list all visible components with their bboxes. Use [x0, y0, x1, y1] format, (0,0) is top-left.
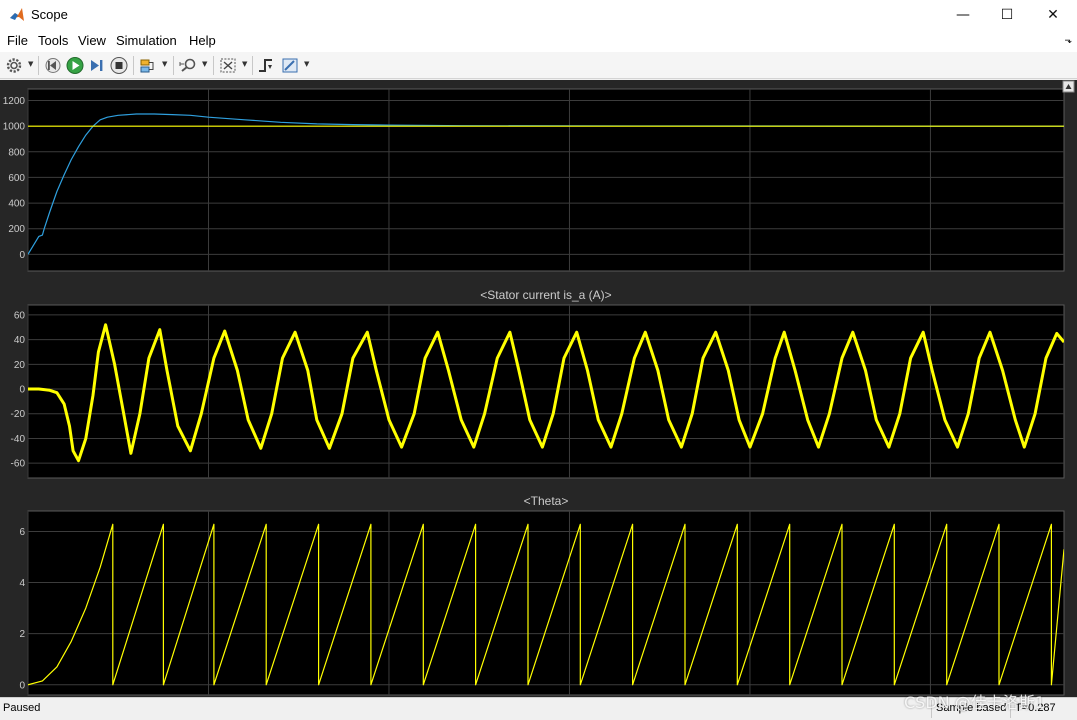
window-title: Scope [31, 7, 68, 22]
scope-axes-canvas[interactable]: 020040060080010001200 -60-40-200204060<S… [0, 80, 1077, 697]
zoom-icon[interactable] [178, 56, 198, 75]
step-forward-icon[interactable] [87, 56, 107, 75]
scope-display: 0 200 400 600 800 1000 1200 -60 -40 -20 0 20 40 60 <S… [0, 80, 1077, 697]
y-tick-label: 40 [14, 335, 26, 346]
menu-view[interactable]: View [78, 33, 106, 48]
y-tick-label: 60 [14, 310, 26, 321]
restore-layout-button[interactable] [1062, 80, 1075, 93]
menu-help[interactable]: Help [189, 33, 216, 48]
y-tick-label: -60 [11, 459, 26, 470]
triggers-icon[interactable] [256, 56, 276, 75]
toolbar-separator [173, 56, 174, 75]
maximize-button[interactable]: ☐ [984, 0, 1030, 30]
stop-icon[interactable] [109, 56, 129, 75]
y-tick-label: 4 [19, 578, 25, 589]
window-titlebar: Scope — ☐ ✕ [0, 0, 1077, 30]
autoscale-icon[interactable] [218, 56, 238, 75]
measurements-dropdown-icon[interactable]: ▼ [304, 60, 309, 68]
close-button[interactable]: ✕ [1030, 0, 1076, 30]
step-back-icon[interactable] [43, 56, 63, 75]
axes-title: <Theta> [524, 494, 569, 508]
y-tick-label: 2 [19, 629, 25, 640]
plot-background [27, 510, 1065, 696]
plot-background [27, 88, 1065, 272]
highlight-dropdown-icon[interactable]: ▼ [162, 60, 167, 68]
y-tick-label: 0 [19, 680, 25, 691]
plot-background [27, 304, 1065, 479]
settings-icon[interactable] [4, 56, 24, 75]
y-tick-label: 400 [8, 199, 25, 210]
csdn-watermark: CSDN @佳卡洛斯1 [904, 693, 1045, 712]
toolbar-separator [133, 56, 134, 75]
y-tick-label: 0 [19, 250, 25, 261]
run-icon[interactable] [65, 56, 85, 75]
y-tick-label: 0 [19, 385, 25, 396]
speed-axes[interactable]: 0 200 400 600 800 1000 1200 [3, 88, 1065, 272]
simulation-state: Paused [3, 702, 41, 714]
y-tick-label: -40 [11, 434, 26, 445]
axes-title: <Stator current is_a (A)> [480, 288, 611, 302]
toolbar-separator [252, 56, 253, 75]
settings-dropdown-icon[interactable]: ▼ [28, 60, 33, 68]
y-tick-label: 200 [8, 224, 25, 235]
highlight-block-icon[interactable] [138, 56, 158, 75]
y-tick-label: 20 [14, 360, 26, 371]
toolbar-separator [213, 56, 214, 75]
y-tick-label: 600 [8, 173, 25, 184]
autoscale-dropdown-icon[interactable]: ▼ [242, 60, 247, 68]
menu-file[interactable]: File [7, 33, 28, 48]
menu-tools[interactable]: Tools [38, 33, 68, 48]
stator-current-axes[interactable]: -60 -40 -20 0 20 40 60 <Stator current is_a (A)… [11, 288, 1065, 479]
minimize-button[interactable]: — [940, 0, 986, 30]
matlab-logo-icon [10, 8, 24, 21]
menu-bar: File Tools View Simulation Help ⬎ [0, 30, 1077, 52]
zoom-dropdown-icon[interactable]: ▼ [202, 60, 207, 68]
toolbar-separator [38, 56, 39, 75]
y-tick-label: 800 [8, 147, 25, 158]
y-tick-label: 6 [19, 527, 25, 538]
y-tick-label: 1200 [3, 96, 26, 107]
y-tick-label: 1000 [3, 122, 26, 133]
menu-simulation[interactable]: Simulation [116, 33, 177, 48]
y-tick-label: -20 [11, 409, 26, 420]
dock-pin-icon[interactable]: ⬎ [1064, 35, 1072, 46]
toolbar: ▼ ▼ ▼ ▼ ▼ [0, 52, 1077, 79]
measurements-icon[interactable] [280, 56, 300, 75]
theta-axes[interactable]: 00.050.10.150.20.250246<Theta> [19, 494, 1065, 697]
